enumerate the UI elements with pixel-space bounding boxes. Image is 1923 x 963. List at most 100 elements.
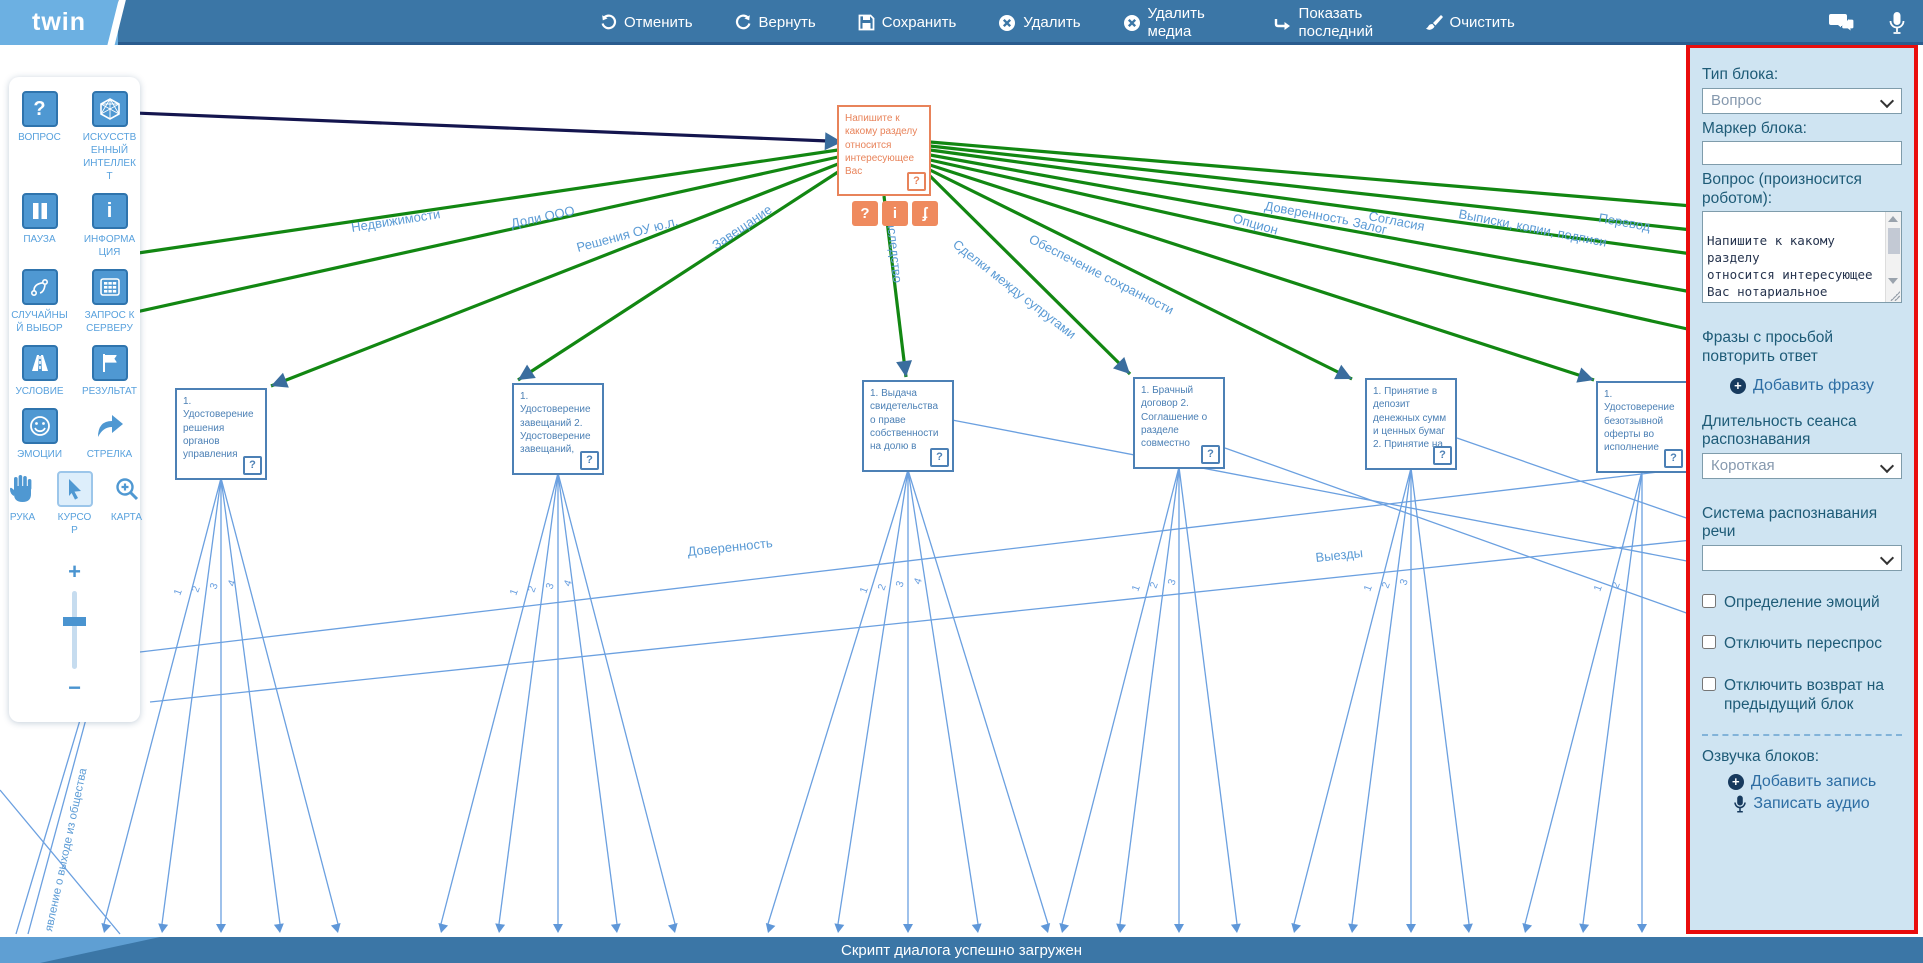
add-phrase-button[interactable]: + Добавить фразу [1702,377,1902,395]
flow-node[interactable]: 1. Удостоверение безотзывной оферты во и… [1596,381,1688,473]
status-bar-accent [0,937,165,963]
edge-arrowhead-icon [903,924,913,933]
tool-server[interactable]: ЗАПРОС К СЕРВЕРУ [81,269,139,335]
question-badge[interactable]: ? [1201,445,1220,464]
block-marker-label: Маркер блока: [1702,120,1902,139]
edge-arrowhead-icon [834,923,844,933]
checkbox[interactable] [1702,594,1716,608]
microphone-icon[interactable] [1889,11,1905,35]
block-type-select[interactable]: Вопрос [1702,88,1902,114]
add-record-button[interactable]: + Добавить запись [1702,773,1902,791]
tool-pause[interactable]: ПАУЗА [11,193,69,246]
flow-node-central[interactable]: Напишите к какому разделу относится инте… [837,105,931,196]
edge-arrowhead-icon [1406,924,1416,933]
tool-ai[interactable]: ИСКУССТВЕННЫЙ ИНТЕЛЛЕКТ [81,91,139,183]
question-textarea[interactable]: Напишите к какому разделу относится инте… [1702,211,1902,303]
edge-arrowhead-icon [896,360,912,377]
status-message: Скрипт диалога успешно загружен [841,942,1082,959]
edge-arrowhead-icon [1059,923,1069,933]
ai-hexagon-icon [92,91,128,127]
zoom-slider-handle[interactable] [63,617,86,626]
edge-arrowhead-icon [158,923,168,933]
question-badge[interactable]: ? [1433,446,1452,465]
resize-handle-icon[interactable] [1890,291,1900,301]
delete-button[interactable]: Удалить [998,14,1080,32]
disable-return-checkbox[interactable]: Отключить возврат на предыдущий блок [1702,676,1902,715]
delete-circle-icon [1123,14,1141,32]
chat-icon[interactable] [1829,12,1855,34]
tool-info[interactable]: i ИНФОРМАЦИЯ [81,193,139,259]
flow-edge [1225,448,1692,615]
checkbox[interactable] [1702,677,1716,691]
scroll-up-icon [1888,216,1898,222]
node-action-button[interactable]: ʄ [912,201,938,226]
undo-button[interactable]: Отменить [600,14,693,31]
asr-system-select[interactable] [1702,545,1902,571]
flow-canvas[interactable]: ДоверенностьВыезды12341234123412312312яв… [0,0,1923,963]
edge-arrowhead-icon [1291,923,1301,933]
session-duration-select[interactable]: Короткая [1702,453,1902,479]
tool-hand[interactable]: РУКА [3,471,43,524]
flow-edge [1179,467,1237,924]
tool-random[interactable]: СЛУЧАЙНЫЙ ВЫБОР [11,269,69,335]
top-toolbar: twin Отменить Вернуть Сохранить Удалить … [0,0,1923,45]
flow-node[interactable]: 1. Принятие в депозит денежных сумм и це… [1365,378,1457,470]
flow-edge [1525,471,1642,924]
block-properties-panel: Тип блока: Вопрос Маркер блока: Вопрос (… [1686,44,1918,934]
zoom-slider[interactable] [72,591,77,669]
question-badge[interactable]: ? [930,448,949,467]
tool-map[interactable]: КАРТА [107,471,147,524]
asr-system-label: Система распознавания речи [1702,505,1902,542]
edge-label: Выезды [1315,545,1364,565]
edge-label: 3 [208,581,221,591]
edge-label: 1 [172,587,185,597]
block-marker-input[interactable] [1702,141,1902,165]
question-badge[interactable]: ? [243,456,262,475]
edge-label: Решения ОУ ю.л. [575,213,680,254]
tool-cursor[interactable]: КУРСОР [55,471,95,537]
disable-reask-checkbox[interactable]: Отключить переспрос [1702,634,1902,653]
tool-result[interactable]: РЕЗУЛЬТАТ [81,345,139,398]
zoom-out-button[interactable]: − [68,677,81,699]
flow-node[interactable]: 1. Выдача свидетельства о праве собствен… [862,380,954,472]
tool-emotions[interactable]: ЭМОЦИИ [11,408,69,461]
node-action-button[interactable]: i [882,201,908,226]
zoom-in-button[interactable]: + [68,561,81,583]
record-audio-button[interactable]: Записать аудио [1702,795,1902,813]
node-action-button[interactable]: ? [852,201,878,226]
redo-button[interactable]: Вернуть [735,14,816,31]
chevron-down-icon [1880,551,1894,565]
emotion-detection-checkbox[interactable]: Определение эмоций [1702,593,1902,612]
pause-icon [22,193,58,229]
flag-icon [92,345,128,381]
flow-edge [1294,468,1411,924]
flow-node[interactable]: 1. Удостоверение завещаний 2. Удостовере… [512,383,604,475]
edge-arrowhead-icon [972,923,982,933]
edge-arrowhead-icon [553,924,563,933]
logo-block[interactable]: twin [0,0,118,45]
save-button[interactable]: Сохранить [858,14,957,31]
flow-edge [908,470,1048,924]
tool-question[interactable]: ? ВОПРОС [11,91,69,144]
checkbox[interactable] [1702,635,1716,649]
edge-arrowhead-icon [1637,924,1647,933]
flow-edge [162,478,221,924]
show-last-button[interactable]: Показать последний [1274,5,1383,40]
textarea-scrollbar[interactable] [1885,212,1901,302]
question-badge[interactable]: ? [1664,449,1683,468]
question-badge[interactable]: ? [907,172,926,191]
clear-button[interactable]: Очистить [1425,14,1515,32]
edge-label: Доли ООО [510,203,576,231]
edge-arrowhead-icon [1463,923,1473,933]
question-badge[interactable]: ? [580,451,599,470]
flow-edge [150,540,1692,702]
edge-arrowhead-icon [101,923,111,933]
flow-node[interactable]: 1. Брачный договор 2. Соглашение о разде… [1133,377,1225,469]
tool-condition[interactable]: УСЛОВИЕ [11,345,69,398]
tool-arrow[interactable]: СТРЕЛКА [81,408,139,461]
edge-arrowhead-icon [766,923,776,933]
scrollbar-thumb[interactable] [1888,228,1900,254]
delete-media-button[interactable]: Удалить медиа [1123,5,1232,40]
flow-node[interactable]: 1. Удостоверение решения органов управле… [175,388,267,480]
edge-arrowhead-icon [1041,923,1051,933]
